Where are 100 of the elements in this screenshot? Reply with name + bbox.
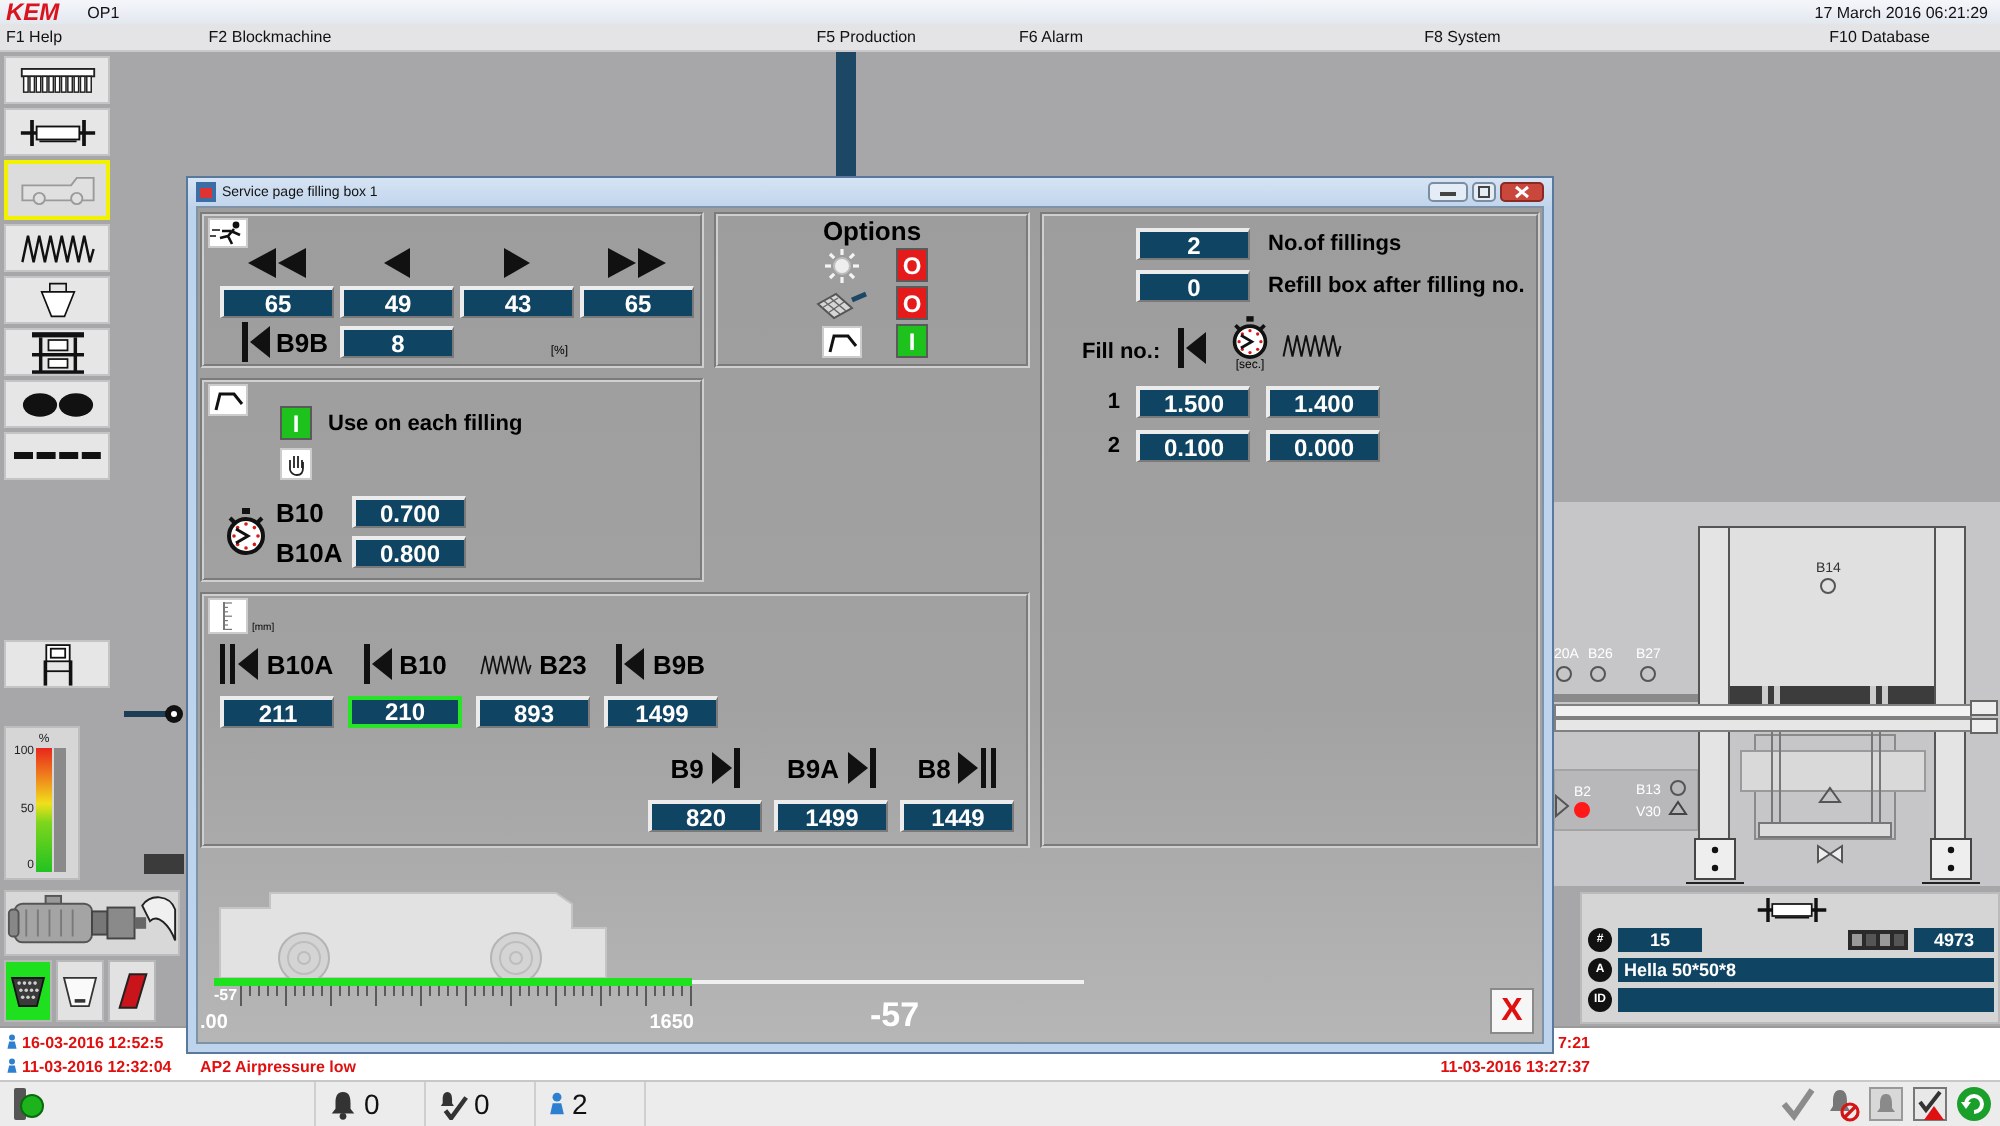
check-icon[interactable] [1780,1086,1816,1122]
position-reading: -57 [870,998,920,1034]
minimize-button[interactable] [1428,182,1468,202]
person-icon [6,1058,18,1074]
stopwatch-icon [224,508,268,556]
sieve-icon [10,975,46,1007]
direction-arrow-icon [1555,793,1570,819]
value-field[interactable]: 4973 [1914,927,1994,951]
plate-icon [117,972,147,1010]
position-label: B9 [670,753,704,783]
value-field[interactable]: 2 [1136,228,1250,260]
toggle-switch[interactable]: O [896,248,928,282]
value-field[interactable]: 1449 [900,800,1014,832]
menu-item[interactable]: F6 Alarm [1016,28,1085,46]
menu-item[interactable]: F5 Production [814,28,918,46]
field-label: No.of fillings [1268,232,1402,256]
toolbar-button[interactable] [4,224,110,272]
mold-icon [19,67,95,93]
fast-forward-icon [608,248,666,278]
value-field[interactable] [1618,987,1994,1011]
alarm-end-time: 7:21 [1557,1033,1590,1051]
end-stop-icon [711,748,740,788]
alarm-time: 16-03-2016 12:52:5 [22,1033,166,1051]
spring-icon [1282,334,1342,358]
triangle-marker-icon [1818,786,1842,803]
value-field[interactable]: 1499 [774,800,888,832]
value-field[interactable]: 65 [220,286,334,318]
position-label: B9B [652,649,705,679]
maximize-button[interactable] [1472,182,1496,202]
toolbar-button[interactable] [4,640,110,688]
value-field[interactable]: 49 [340,286,454,318]
value-field[interactable]: 1.400 [1266,386,1380,418]
value-field[interactable]: 65 [580,286,694,318]
position-label: B10A [266,649,334,679]
row-number: 1 [1105,390,1120,414]
ruler-icon [208,598,248,634]
reverse-icon [384,248,410,278]
value-field[interactable]: 0 [1136,270,1250,302]
mode-button[interactable] [56,960,104,1022]
double-end-stop-icon [958,748,997,788]
speed-label: B9B [275,327,328,357]
double-end-stop-icon [220,644,259,684]
value-field[interactable]: 211 [220,696,334,728]
curve-icon [822,325,862,357]
toolbar-button[interactable] [4,276,110,324]
value-field[interactable]: 0.000 [1266,430,1380,462]
value-field[interactable]: 210 [348,696,462,728]
checklist-icon[interactable] [1912,1086,1948,1122]
value-field[interactable]: 893 [476,696,590,728]
toolbar-button[interactable] [4,432,110,480]
menu-item[interactable]: F8 System [1422,28,1503,46]
curve-icon [208,384,248,416]
bell-icon [328,1089,358,1119]
position-label: B10 [399,649,447,679]
close-button[interactable]: X [1490,988,1534,1034]
toolbar-button[interactable] [4,56,110,104]
brush-icon [816,287,868,319]
value-field[interactable]: 0.100 [1136,430,1250,462]
mode-button[interactable] [108,960,156,1022]
end-stop-icon [616,644,645,684]
fast-reverse-icon [248,248,306,278]
value-field[interactable]: Hella 50*50*8 [1618,957,1994,981]
alarm-time: 11-03-2016 12:32:04 [22,1057,174,1075]
hopper-icon [37,282,77,318]
row-number: 2 [1105,434,1120,458]
mode-button[interactable] [4,960,52,1022]
counter-value: 2 [572,1088,588,1120]
toolbar-button[interactable] [4,380,110,428]
value-field[interactable]: 15 [1618,927,1702,951]
timer-label: B10 [276,497,326,527]
value-field[interactable]: 1.500 [1136,386,1250,418]
value-field[interactable]: 43 [460,286,574,318]
bell-cancel-icon[interactable] [1824,1086,1860,1122]
value-field[interactable]: 820 [648,800,762,832]
station-name: OP1 [87,3,120,21]
position-label: B8 [917,753,951,783]
counter-icon [1848,929,1908,949]
date-time: 17 March 2016 06:21:29 [1814,3,1988,21]
dashed-bars-icon [13,450,101,462]
gauge-bar [54,748,66,872]
color-scale-drawing [36,748,52,872]
value-field[interactable]: 0.800 [352,536,466,568]
app-icon [196,182,216,202]
end-stop-icon [847,748,875,788]
menu-item[interactable]: F10 Database [1827,28,1932,46]
value-field[interactable]: 1499 [604,696,718,728]
toolbar-button[interactable] [4,328,110,376]
menu-item[interactable]: F1 Help [4,28,65,46]
cart-icon [19,175,95,205]
value-field[interactable]: 0.700 [352,496,466,528]
close-button[interactable] [1500,182,1544,202]
valve-icon [1668,800,1688,815]
value-field[interactable]: 8 [340,326,454,358]
menu-item[interactable]: F2 Blockmachine [206,28,334,46]
spring-icon [19,233,95,263]
bell-check-icon [438,1089,468,1119]
status-light-icon[interactable] [12,1086,44,1122]
toolbar-button[interactable] [4,108,110,156]
hand-icon[interactable] [280,448,312,480]
toggle-switch[interactable]: O [896,286,928,320]
